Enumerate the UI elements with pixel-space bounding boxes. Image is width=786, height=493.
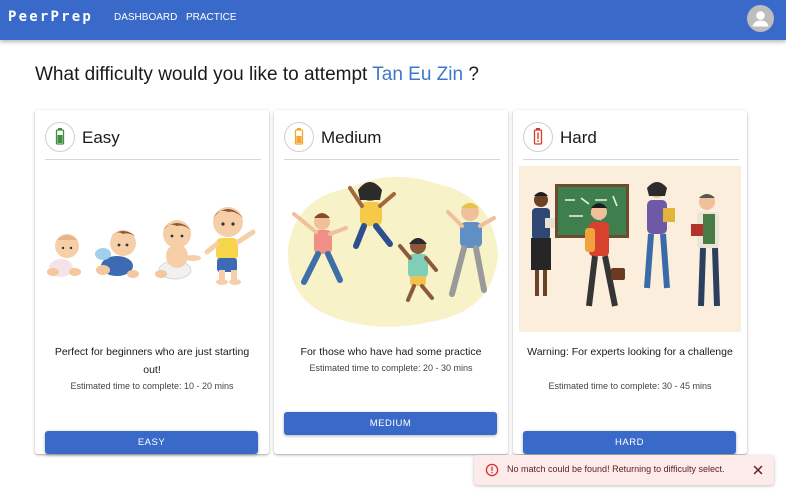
- user-avatar[interactable]: [747, 5, 774, 32]
- heading-username: Tan Eu Zin: [372, 64, 464, 85]
- card-header: Medium: [284, 119, 500, 160]
- card-description: Warning: For experts looking for a chall…: [527, 346, 733, 358]
- card-description: Perfect for beginners who are just start…: [54, 346, 250, 376]
- difficulty-card-medium: Medium For those who have had some pract…: [274, 110, 508, 454]
- brand-logo[interactable]: PeerPrep: [8, 9, 93, 25]
- card-title: Hard: [560, 128, 597, 147]
- battery-alert-icon: [523, 122, 553, 152]
- medium-button[interactable]: MEDIUM: [284, 412, 497, 435]
- hard-button[interactable]: HARD: [523, 431, 736, 454]
- card-title: Easy: [82, 128, 120, 147]
- battery-low-icon: [45, 122, 75, 152]
- close-icon[interactable]: [750, 462, 766, 478]
- battery-half-icon: [284, 122, 314, 152]
- jumping-people-illustration: [287, 176, 498, 327]
- nav-dashboard-link[interactable]: DASHBOARD: [114, 12, 177, 23]
- difficulty-card-hard: Hard Warning: For experts looking for a …: [513, 110, 747, 454]
- error-toast: No match could be found! Returning to di…: [474, 455, 774, 485]
- heading-suffix: ?: [468, 64, 479, 85]
- error-outline-icon: [485, 463, 499, 477]
- person-icon: [752, 11, 769, 27]
- card-estimate: Estimated time to complete: 30 - 45 mins: [548, 381, 712, 391]
- card-description: For those who have had some practice: [300, 346, 482, 358]
- app-bar: PeerPrep DASHBOARD PRACTICE: [0, 0, 786, 40]
- card-header: Hard: [523, 119, 739, 160]
- page-heading: What difficulty would you like to attemp…: [35, 64, 479, 86]
- card-title: Medium: [321, 128, 382, 147]
- teachers-illustration: [519, 166, 741, 332]
- card-header: Easy: [45, 119, 261, 160]
- heading-prefix: What difficulty would you like to attemp…: [35, 64, 368, 85]
- card-estimate: Estimated time to complete: 10 - 20 mins: [70, 381, 234, 391]
- easy-button[interactable]: EASY: [45, 431, 258, 454]
- babies-illustration: [47, 207, 256, 285]
- toast-message: No match could be found! Returning to di…: [507, 464, 725, 474]
- nav-practice-link[interactable]: PRACTICE: [186, 12, 237, 23]
- card-estimate: Estimated time to complete: 20 - 30 mins: [309, 363, 473, 373]
- difficulty-card-easy: Easy Perfect for beginners who are just …: [35, 110, 269, 454]
